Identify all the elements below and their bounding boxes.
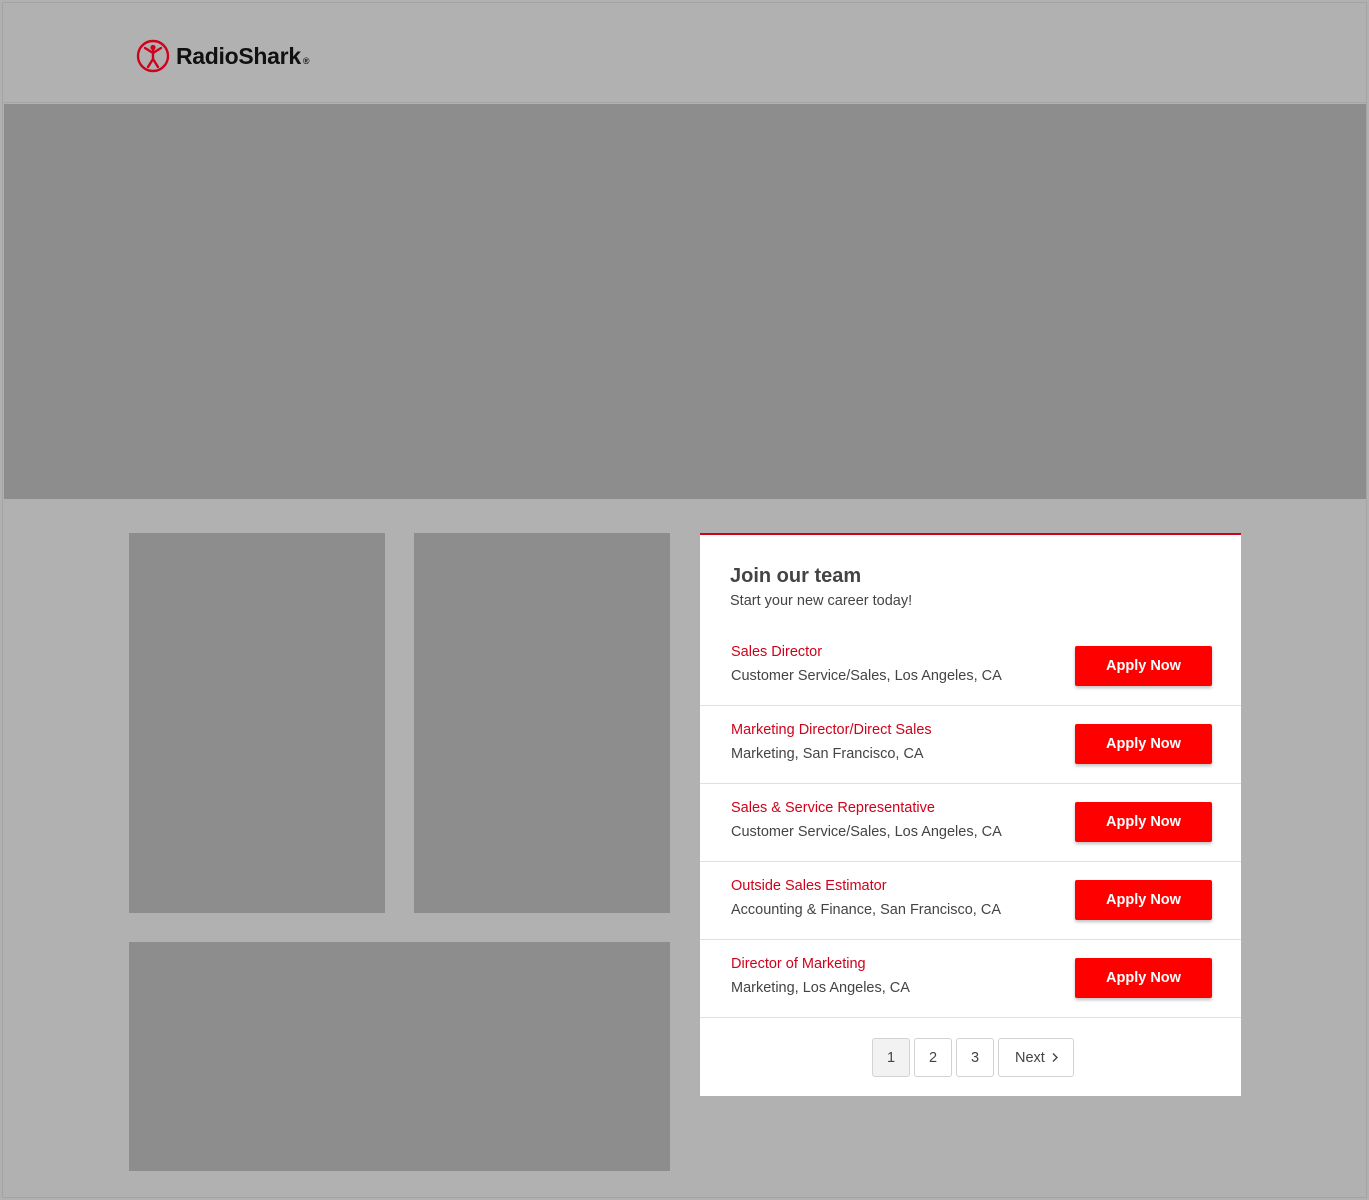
registered-mark: ® — [302, 56, 310, 66]
content-placeholder-2 — [414, 533, 670, 913]
page-3-button[interactable]: 3 — [956, 1038, 994, 1077]
careers-title: Join our team — [730, 565, 862, 587]
careers-subtitle: Start your new career today! — [730, 593, 913, 609]
job-listing: Marketing Director/Direct Sales Marketin… — [700, 706, 1241, 784]
job-listing: Sales & Service Representative Customer … — [700, 784, 1241, 862]
content-placeholder-3 — [129, 942, 670, 1171]
apply-now-button[interactable]: Apply Now — [1075, 646, 1212, 686]
content-placeholder-1 — [129, 533, 385, 913]
job-meta: Marketing, Los Angeles, CA — [731, 980, 910, 996]
next-page-button[interactable]: Next — [998, 1038, 1074, 1077]
job-title-link[interactable]: Sales Director — [731, 644, 822, 660]
careers-card: Join our team Start your new career toda… — [700, 533, 1241, 1096]
job-title-link[interactable]: Marketing Director/Direct Sales — [731, 722, 932, 738]
apply-now-button[interactable]: Apply Now — [1075, 724, 1212, 764]
job-listing: Outside Sales Estimator Accounting & Fin… — [700, 862, 1241, 940]
apply-now-button[interactable]: Apply Now — [1075, 958, 1212, 998]
logo-text: RadioShark — [176, 42, 301, 69]
page-1-button[interactable]: 1 — [872, 1038, 910, 1077]
job-title-link[interactable]: Director of Marketing — [731, 956, 866, 972]
radioshark-logo-icon — [136, 39, 170, 73]
job-listing: Director of Marketing Marketing, Los Ang… — [700, 940, 1241, 1018]
hero-banner-placeholder — [4, 104, 1366, 499]
job-meta: Customer Service/Sales, Los Angeles, CA — [731, 824, 1002, 840]
job-listing: Sales Director Customer Service/Sales, L… — [700, 628, 1241, 706]
job-title-link[interactable]: Outside Sales Estimator — [731, 878, 887, 894]
job-title-link[interactable]: Sales & Service Representative — [731, 800, 935, 816]
job-meta: Customer Service/Sales, Los Angeles, CA — [731, 668, 1002, 684]
pagination: 1 2 3 Next — [872, 1038, 1074, 1077]
chevron-right-icon — [1052, 1053, 1058, 1062]
site-header: RadioShark ® — [3, 3, 1366, 103]
next-label: Next — [1015, 1049, 1045, 1066]
logo[interactable]: RadioShark ® — [136, 39, 309, 73]
apply-now-button[interactable]: Apply Now — [1075, 880, 1212, 920]
job-meta: Marketing, San Francisco, CA — [731, 746, 924, 762]
apply-now-button[interactable]: Apply Now — [1075, 802, 1212, 842]
job-meta: Accounting & Finance, San Francisco, CA — [731, 902, 1001, 918]
page-2-button[interactable]: 2 — [914, 1038, 952, 1077]
